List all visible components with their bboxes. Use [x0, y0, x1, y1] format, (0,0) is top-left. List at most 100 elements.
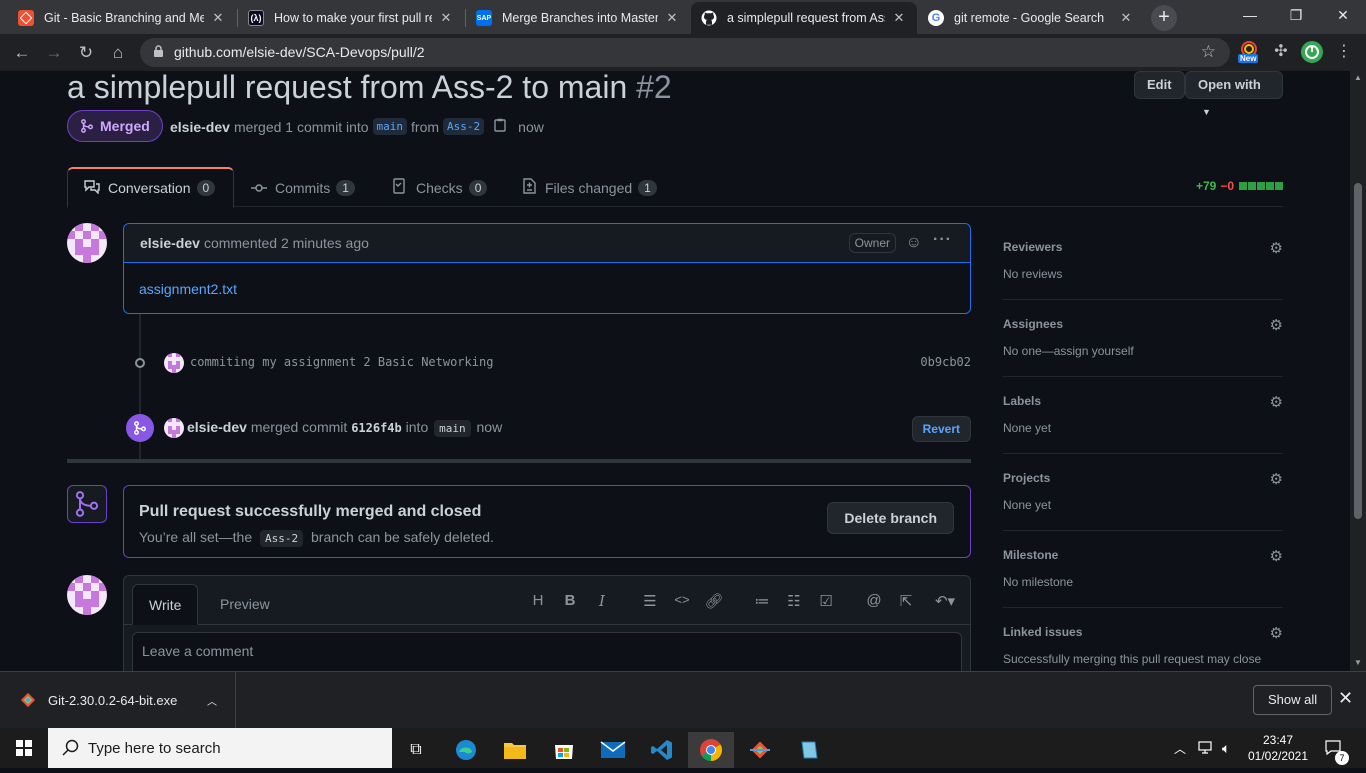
- file-explorer-icon[interactable]: [492, 732, 538, 768]
- close-window-icon[interactable]: ✕: [1320, 0, 1366, 32]
- sidebar-title[interactable]: Milestone: [1003, 548, 1058, 562]
- mail-icon[interactable]: [590, 732, 636, 768]
- show-all-downloads-button[interactable]: Show all: [1253, 685, 1333, 715]
- close-tab-icon[interactable]: ✕: [210, 10, 226, 26]
- close-download-bar-icon[interactable]: ✕: [1338, 688, 1353, 709]
- chrome-icon[interactable]: [688, 732, 734, 768]
- revert-button[interactable]: Revert: [911, 416, 971, 442]
- base-branch-chip[interactable]: main: [372, 118, 408, 135]
- commit-message[interactable]: commiting my assignment 2 Basic Networki…: [190, 355, 493, 369]
- chevron-up-icon[interactable]: ︿: [207, 693, 217, 708]
- store-icon[interactable]: [541, 732, 587, 768]
- author-link[interactable]: elsie-dev: [170, 119, 230, 135]
- merger-avatar[interactable]: [164, 418, 184, 438]
- close-tab-icon[interactable]: ✕: [891, 10, 907, 26]
- tab-commits[interactable]: Commits 1: [235, 167, 371, 208]
- network-icon[interactable]: [1198, 728, 1216, 768]
- current-user-avatar[interactable]: [67, 575, 107, 615]
- close-tab-icon[interactable]: ✕: [1118, 10, 1134, 26]
- vscode-icon[interactable]: [639, 732, 685, 768]
- taskbar-search-box[interactable]: Type here to search: [48, 728, 392, 768]
- gear-icon[interactable]: ⚙: [1270, 393, 1283, 411]
- action-center-icon[interactable]: 7: [1324, 728, 1349, 768]
- download-item[interactable]: Git-2.30.0.2-64-bit.exe ︿: [0, 672, 236, 728]
- system-clock[interactable]: 23:47 01/02/2021: [1243, 732, 1313, 764]
- close-tab-icon[interactable]: ✕: [438, 10, 454, 26]
- merged-branch-chip[interactable]: Ass-2: [260, 530, 304, 547]
- bold-icon[interactable]: B: [560, 592, 580, 609]
- notepad-app-icon[interactable]: [786, 732, 832, 768]
- copy-icon[interactable]: [494, 118, 506, 135]
- back-arrow-icon[interactable]: ←: [9, 40, 35, 66]
- address-bar[interactable]: github.com/elsie-dev/SCA-Devops/pull/2 ☆: [140, 38, 1230, 67]
- comment-author[interactable]: elsie-dev: [140, 235, 200, 251]
- tab-conversation[interactable]: Conversation 0: [67, 167, 234, 208]
- smiley-icon[interactable]: ☺: [906, 234, 922, 252]
- quote-icon[interactable]: ☰: [640, 592, 660, 610]
- browser-tab-google-search[interactable]: G git remote - Google Search ✕: [918, 2, 1144, 34]
- gear-icon[interactable]: ⚙: [1270, 239, 1283, 257]
- browser-tab-pull-request-active[interactable]: a simplepull request from Ass- ✕: [691, 2, 917, 34]
- write-tab[interactable]: Write: [132, 584, 199, 625]
- close-tab-icon[interactable]: ✕: [664, 10, 680, 26]
- attachment-link[interactable]: assignment2.txt: [139, 281, 237, 297]
- tab-checks[interactable]: Checks 0: [376, 167, 503, 208]
- open-with-button[interactable]: Open with ▼: [1185, 71, 1283, 117]
- scroll-up-arrow-icon[interactable]: ▲: [1354, 73, 1362, 82]
- author-avatar[interactable]: [67, 223, 107, 263]
- commit-avatar[interactable]: [164, 353, 184, 373]
- code-icon[interactable]: <>: [672, 592, 692, 607]
- sidebar-title[interactable]: Reviewers: [1003, 240, 1062, 254]
- merge-author[interactable]: elsie-dev: [187, 419, 247, 435]
- minimize-window-icon[interactable]: —: [1227, 0, 1273, 32]
- commit-sha[interactable]: 0b9cb02: [920, 355, 971, 369]
- git-gui-icon[interactable]: [737, 732, 783, 768]
- home-icon[interactable]: ⌂: [105, 40, 131, 66]
- head-branch-chip[interactable]: Ass-2: [443, 118, 485, 135]
- edit-button[interactable]: Edit: [1134, 71, 1185, 99]
- task-list-icon[interactable]: ☑: [816, 592, 836, 610]
- sidebar-title[interactable]: Labels: [1003, 394, 1041, 408]
- gear-icon[interactable]: ⚙: [1270, 470, 1283, 488]
- browser-tab-first-pull-request[interactable]: (λ) How to make your first pull re ✕: [238, 2, 464, 34]
- italic-icon[interactable]: I: [592, 592, 612, 610]
- forward-arrow-icon[interactable]: →: [41, 40, 67, 66]
- unordered-list-icon[interactable]: ≔: [752, 592, 772, 610]
- new-tab-button[interactable]: +: [1151, 5, 1177, 31]
- tab-files-changed[interactable]: Files changed 1: [505, 167, 673, 208]
- delete-branch-button[interactable]: Delete branch: [827, 502, 954, 534]
- windows-start-icon[interactable]: [0, 728, 48, 768]
- gear-icon[interactable]: ⚙: [1270, 316, 1283, 334]
- page-scrollbar[interactable]: ▲ ▼: [1350, 71, 1366, 671]
- browser-tab-git-branching[interactable]: Git - Basic Branching and Merg ✕: [8, 2, 236, 34]
- reload-icon[interactable]: ↻: [73, 40, 99, 66]
- sidebar-title[interactable]: Projects: [1003, 471, 1050, 485]
- kebab-horizontal-icon[interactable]: ···: [933, 231, 952, 249]
- comment-textarea[interactable]: Leave a comment: [132, 632, 962, 671]
- edge-icon[interactable]: [443, 732, 489, 768]
- scrollbar-thumb[interactable]: [1354, 183, 1362, 519]
- mention-icon[interactable]: @: [864, 592, 884, 609]
- bookmark-star-icon[interactable]: ☆: [1201, 42, 1216, 62]
- show-hidden-icons-chevron-icon[interactable]: ︿: [1174, 728, 1186, 768]
- reply-icon[interactable]: ↶▾: [930, 592, 960, 610]
- scroll-down-arrow-icon[interactable]: ▼: [1354, 658, 1362, 667]
- gear-icon[interactable]: ⚙: [1270, 547, 1283, 565]
- volume-icon[interactable]: 🔈︎: [1222, 728, 1230, 768]
- merge-commit-sha[interactable]: 6126f4b: [351, 421, 402, 435]
- cross-reference-icon[interactable]: ⇱: [896, 592, 916, 610]
- profile-avatar[interactable]: [1301, 41, 1323, 63]
- extension-new-icon[interactable]: New: [1238, 41, 1260, 63]
- sidebar-title[interactable]: Linked issues: [1003, 625, 1082, 639]
- link-icon[interactable]: 🔗︎: [704, 592, 724, 610]
- preview-tab[interactable]: Preview: [204, 584, 286, 625]
- sidebar-title[interactable]: Assignees: [1003, 317, 1063, 331]
- chrome-menu-icon[interactable]: ⋮: [1333, 41, 1355, 63]
- restore-window-icon[interactable]: ❐: [1273, 0, 1319, 32]
- ordered-list-icon[interactable]: ☷: [784, 592, 804, 610]
- merge-branch-chip[interactable]: main: [434, 420, 471, 437]
- gear-icon[interactable]: ⚙: [1270, 624, 1283, 642]
- browser-tab-merge-branches[interactable]: SAP Merge Branches into Master B ✕: [466, 2, 690, 34]
- heading-icon[interactable]: H: [528, 592, 548, 609]
- task-view-icon[interactable]: ⧉: [393, 732, 439, 768]
